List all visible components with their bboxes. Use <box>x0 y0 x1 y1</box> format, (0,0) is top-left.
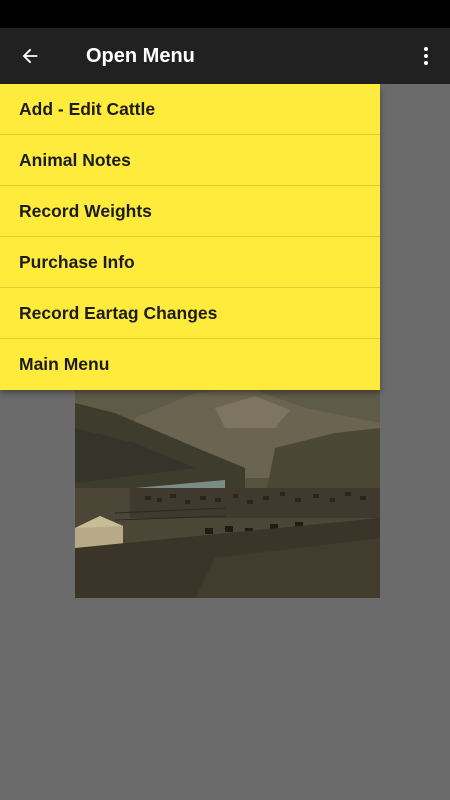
menu-item-add-edit-cattle[interactable]: Add - Edit Cattle <box>0 84 380 135</box>
menu-item-record-eartag-changes[interactable]: Record Eartag Changes <box>0 288 380 339</box>
menu-item-animal-notes[interactable]: Animal Notes <box>0 135 380 186</box>
ranch-landscape-image <box>75 388 380 598</box>
page-title: Open Menu <box>86 45 195 67</box>
dropdown-menu: Add - Edit Cattle Animal Notes Record We… <box>0 84 380 390</box>
more-vert-icon <box>424 47 428 65</box>
arrow-left-icon <box>22 48 38 64</box>
cattle-ranch-photo <box>75 388 380 598</box>
menu-item-purchase-info[interactable]: Purchase Info <box>0 237 380 288</box>
back-button[interactable] <box>10 36 50 76</box>
menu-item-main-menu[interactable]: Main Menu <box>0 339 380 390</box>
app-bar: Open Menu <box>0 28 450 84</box>
app-screen: Open Menu Add - Edit Cattle Animal Notes… <box>0 0 450 800</box>
status-bar <box>0 0 450 28</box>
menu-item-record-weights[interactable]: Record Weights <box>0 186 380 237</box>
overflow-menu-button[interactable] <box>408 36 444 76</box>
